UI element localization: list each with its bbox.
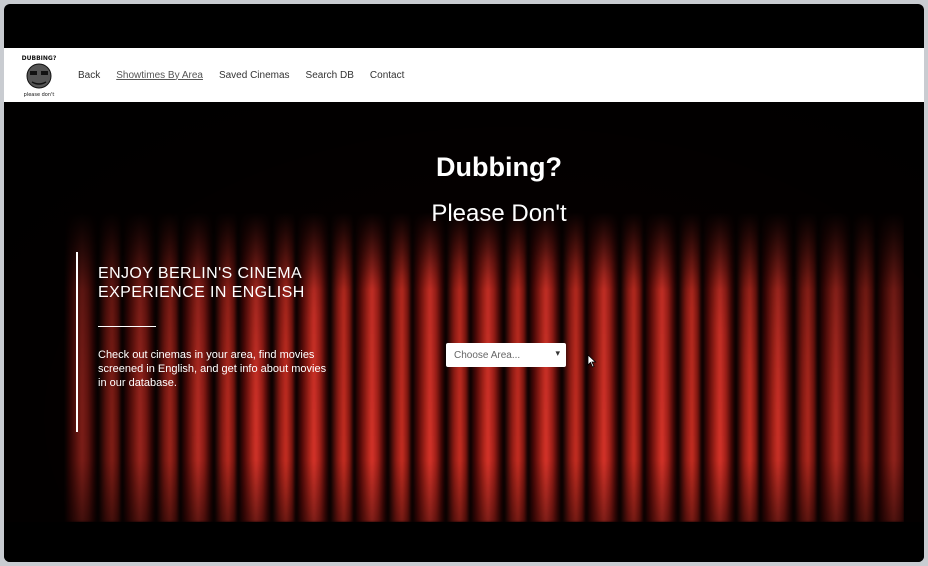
- logo-bottom-text: please don't: [24, 92, 55, 98]
- browser-viewport: DUBBING? please don't Back Showtimes By …: [4, 4, 924, 562]
- logo-top-text: DUBBING?: [22, 55, 57, 62]
- mouse-cursor-icon: [587, 354, 597, 368]
- hero-title-line1: Dubbing?: [436, 152, 562, 182]
- hero-tagline: ENJOY BERLIN'S CINEMA EXPERIENCE IN ENGL…: [98, 265, 305, 301]
- nav-search-db-link[interactable]: Search DB: [306, 70, 354, 81]
- choose-area-dropdown[interactable]: Choose Area... ▾: [446, 343, 566, 367]
- nav-showtimes-by-area-link[interactable]: Showtimes By Area: [116, 70, 203, 81]
- nav-links: Back Showtimes By Area Saved Cinemas Sea…: [78, 70, 404, 81]
- hero-title-line2: Please Don't: [431, 200, 567, 227]
- site-logo[interactable]: DUBBING? please don't: [12, 50, 66, 100]
- nav-back-link[interactable]: Back: [78, 70, 100, 81]
- hero-section: Dubbing? Please Don't ENJOY BERLIN'S CIN…: [4, 102, 924, 522]
- chevron-down-icon[interactable]: ▾: [555, 348, 560, 359]
- logo-face-icon: DUBBING? please don't: [22, 55, 57, 98]
- choose-area-placeholder: Choose Area...: [454, 349, 521, 361]
- vertical-divider: [76, 252, 78, 432]
- horizontal-divider: [98, 326, 156, 327]
- top-navigation-bar: DUBBING? please don't Back Showtimes By …: [4, 48, 924, 102]
- bottom-bar: [4, 522, 924, 562]
- hero-description: Check out cinemas in your area, find mov…: [98, 349, 327, 389]
- nav-saved-cinemas-link[interactable]: Saved Cinemas: [219, 70, 290, 81]
- nav-contact-link[interactable]: Contact: [370, 70, 404, 81]
